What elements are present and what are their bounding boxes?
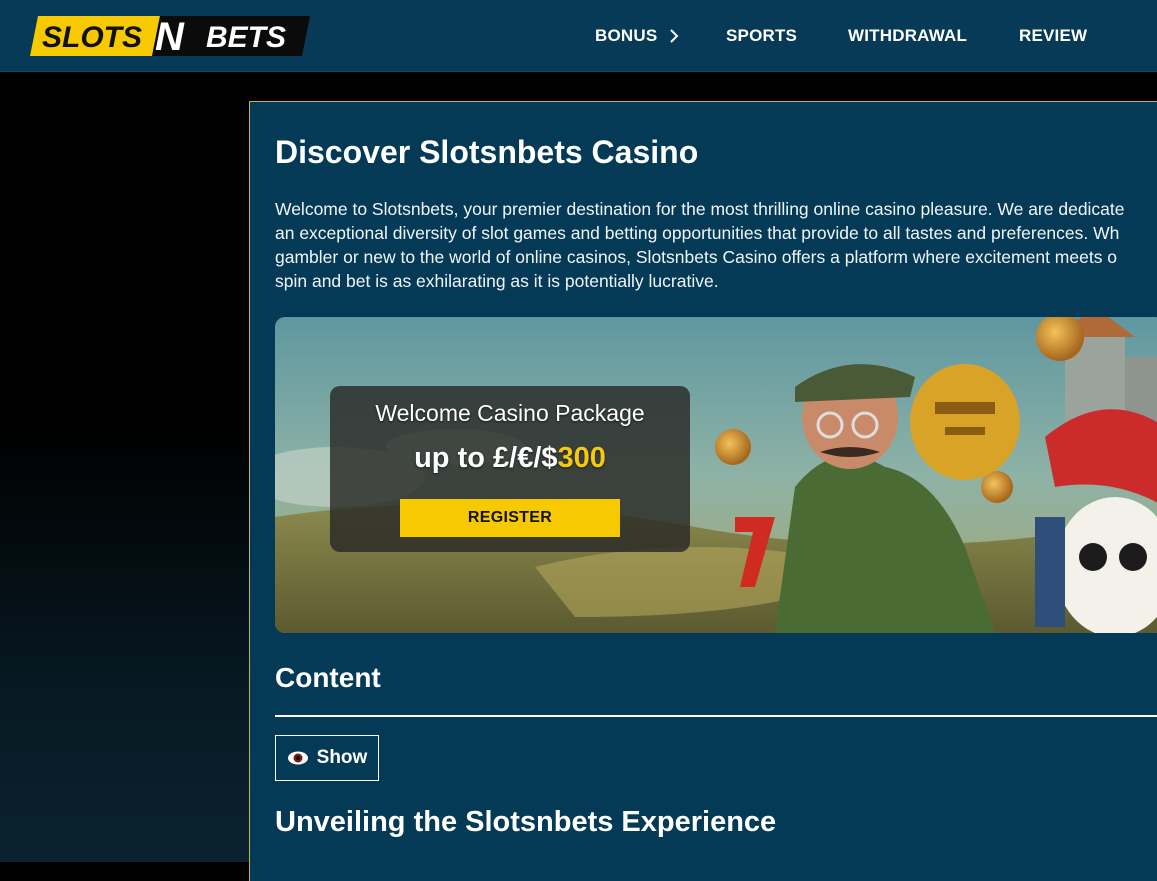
show-label: Show (316, 747, 368, 768)
left-background (0, 72, 250, 862)
page-title: Discover Slotsnbets Casino (275, 134, 699, 170)
nav-bonus-label: BONUS (595, 25, 658, 45)
intro-line: spin and bet is as exhilarating as it is… (275, 271, 719, 291)
nav-bonus[interactable]: BONUS (595, 0, 683, 71)
promo-title: Welcome Casino Package (375, 400, 645, 426)
logo-text-slots: SLOTS (42, 21, 142, 54)
nav-withdrawal-label: WITHDRAWAL (848, 25, 968, 45)
logo-text-bets: BETS (206, 21, 286, 54)
divider (275, 715, 1157, 717)
top-navigation-bar: SLOTS N BETS BONUS SPORTS WITHDRAWAL REV… (0, 0, 1157, 72)
register-button[interactable]: REGISTER (400, 499, 620, 537)
site-logo[interactable]: SLOTS N BETS (30, 14, 310, 58)
nav-review[interactable]: REVIEW (1019, 0, 1087, 71)
nav-sports-label: SPORTS (726, 25, 798, 45)
intro-line: an exceptional diversity of slot games a… (275, 223, 1120, 243)
show-contents-button[interactable]: Show (275, 735, 379, 781)
section-heading: Unveiling the Slotsnbets Experience (275, 806, 777, 838)
content-heading: Content (275, 662, 381, 693)
intro-line: gambler or new to the world of online ca… (275, 247, 1118, 267)
eye-icon (287, 751, 308, 765)
nav-review-label: REVIEW (1019, 25, 1088, 45)
intro-line: Welcome to Slotsnbets, your premier dest… (275, 199, 1125, 219)
promo-overlay: Welcome Casino Package up to £/€/$300 RE… (330, 386, 690, 552)
intro-paragraph: Welcome to Slotsnbets, your premier dest… (275, 197, 1157, 293)
promo-amount-value: 300 (557, 442, 606, 474)
promo-amount-prefix: up to £/€/$ (414, 442, 558, 474)
promo-amount: up to £/€/$300 (330, 442, 690, 475)
logo-text-n: N (155, 15, 185, 58)
nav-sports[interactable]: SPORTS (726, 0, 797, 71)
nav-withdrawal[interactable]: WITHDRAWAL (848, 0, 967, 71)
chevron-right-icon (670, 28, 679, 43)
